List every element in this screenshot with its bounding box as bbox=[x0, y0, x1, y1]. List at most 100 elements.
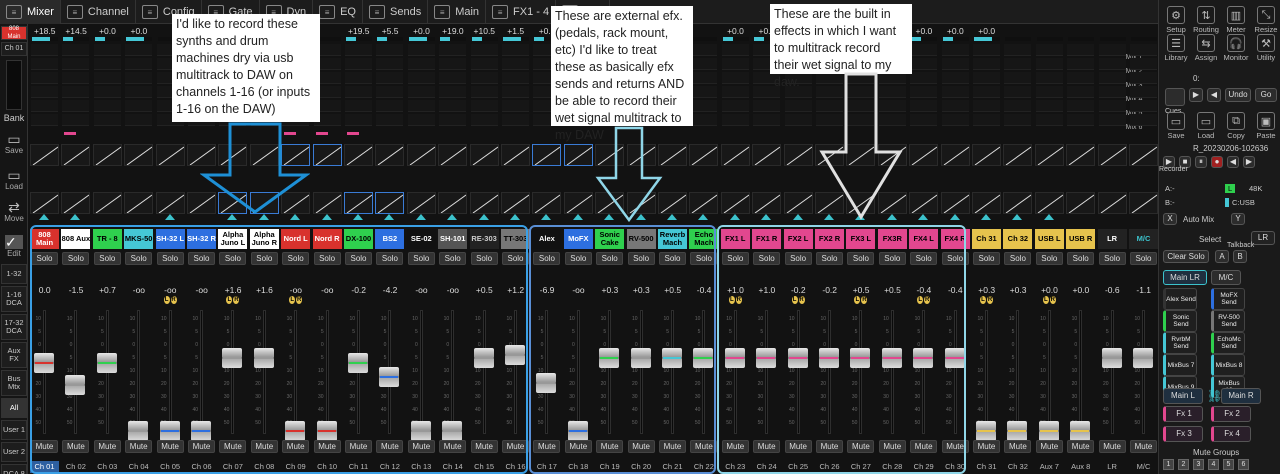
send-cell[interactable] bbox=[31, 58, 58, 70]
mute-button[interactable]: Mute bbox=[439, 440, 467, 453]
solo-button[interactable]: Solo bbox=[250, 252, 278, 265]
gate-graph[interactable] bbox=[595, 192, 625, 214]
channel-number[interactable]: Ch 17 bbox=[532, 461, 561, 473]
gate-graph[interactable] bbox=[972, 192, 1001, 214]
mute-button[interactable]: Mute bbox=[910, 440, 938, 453]
send-cell[interactable] bbox=[941, 86, 969, 98]
send-cell[interactable] bbox=[439, 114, 467, 126]
channel-name-label[interactable]: Ch 32 bbox=[1003, 229, 1033, 249]
stereo-link-icon[interactable]: LR bbox=[980, 296, 994, 304]
dynamics-graph[interactable] bbox=[909, 144, 939, 166]
channel-name-label[interactable]: SH-101 bbox=[438, 229, 468, 249]
send-cell[interactable] bbox=[31, 114, 58, 126]
channel-name-label[interactable]: FX1 L bbox=[720, 229, 750, 249]
channel-name-label[interactable]: Sonic Cake bbox=[595, 229, 625, 249]
send-button[interactable]: MoFX Send bbox=[1211, 288, 1245, 310]
mute-button[interactable]: Mute bbox=[1067, 440, 1095, 453]
send-cell[interactable] bbox=[816, 114, 843, 126]
mute-button[interactable]: Mute bbox=[973, 440, 1000, 453]
send-button[interactable]: Alex Send bbox=[1163, 288, 1197, 310]
solo-button[interactable]: Solo bbox=[282, 252, 310, 265]
stereo-link-icon[interactable]: LR bbox=[728, 296, 743, 304]
channel-name-label[interactable]: Ch 31 bbox=[972, 229, 1001, 249]
send-cell[interactable] bbox=[470, 44, 498, 56]
rec-forward-button[interactable]: ▶ bbox=[1243, 156, 1255, 168]
solo-button[interactable]: Solo bbox=[627, 252, 655, 265]
dynamics-graph[interactable] bbox=[846, 144, 876, 166]
send-cell[interactable] bbox=[1004, 58, 1032, 70]
channel-number[interactable]: Ch 31 bbox=[972, 461, 1001, 473]
channel-number[interactable]: M/C bbox=[1129, 461, 1158, 473]
gate-graph[interactable] bbox=[1129, 192, 1158, 214]
fader-cap[interactable] bbox=[536, 372, 557, 393]
solo-button[interactable]: Solo bbox=[1035, 252, 1063, 265]
dynamics-graph[interactable] bbox=[1129, 144, 1158, 166]
fx-bus-button[interactable]: Fx 2 bbox=[1211, 406, 1251, 422]
gate-graph[interactable] bbox=[940, 192, 970, 214]
mute-button[interactable]: Mute bbox=[62, 440, 90, 453]
dynamics-graph[interactable] bbox=[218, 144, 248, 166]
fader-cap[interactable] bbox=[819, 348, 839, 369]
send-cell[interactable] bbox=[439, 86, 467, 98]
mute-button[interactable]: Mute bbox=[502, 440, 529, 453]
fader-cap[interactable] bbox=[379, 367, 400, 387]
send-cell[interactable] bbox=[721, 72, 749, 84]
fader-cap[interactable] bbox=[222, 348, 243, 369]
channel-name-label[interactable]: BS2 bbox=[375, 229, 405, 249]
channel-number[interactable]: Ch 11 bbox=[344, 461, 373, 473]
fader-cap[interactable] bbox=[159, 420, 180, 441]
channel-name-label[interactable]: FX4 R bbox=[940, 229, 970, 249]
mute-button[interactable]: Mute bbox=[1035, 440, 1063, 453]
meter-button[interactable]: ▥ Meter bbox=[1221, 6, 1251, 34]
layer-1-16-dca[interactable]: 1-16 DCA bbox=[1, 286, 27, 312]
fader-cap[interactable] bbox=[662, 348, 682, 369]
play-button[interactable]: ▶ bbox=[1189, 88, 1203, 102]
send-cell[interactable] bbox=[973, 114, 1000, 126]
utility-button[interactable]: ⚒ Utility bbox=[1251, 34, 1280, 62]
tab-channel[interactable]: ≡ Channel bbox=[61, 0, 136, 24]
send-cell[interactable] bbox=[941, 58, 969, 70]
fader-cap[interactable] bbox=[285, 420, 306, 441]
send-cell[interactable] bbox=[1004, 114, 1032, 126]
channel-name-label[interactable]: Alpha Juno L bbox=[218, 229, 248, 249]
channel-name-label[interactable]: FX3R bbox=[877, 229, 907, 249]
channel-name-label[interactable]: Alpha Juno R bbox=[249, 229, 279, 249]
send-cell[interactable] bbox=[941, 44, 969, 56]
fader-cap[interactable] bbox=[1007, 420, 1028, 441]
send-cell[interactable] bbox=[1098, 58, 1126, 70]
dynamics-graph[interactable] bbox=[626, 144, 656, 166]
send-cell[interactable] bbox=[910, 44, 938, 56]
gate-graph[interactable] bbox=[187, 192, 216, 214]
channel-number[interactable]: Ch 04 bbox=[124, 461, 153, 473]
dynamics-graph[interactable] bbox=[30, 144, 59, 166]
send-cell[interactable] bbox=[1035, 114, 1063, 126]
solo-button[interactable]: Solo bbox=[313, 252, 341, 265]
mute-button[interactable]: Mute bbox=[784, 440, 812, 453]
send-cell[interactable] bbox=[816, 100, 843, 112]
dynamics-graph[interactable] bbox=[815, 144, 844, 166]
send-cell[interactable] bbox=[721, 58, 749, 70]
solo-button[interactable]: Solo bbox=[596, 252, 624, 265]
send-cell[interactable] bbox=[376, 44, 404, 56]
edit-button[interactable]: ✓ Edit bbox=[0, 230, 28, 262]
send-cell[interactable] bbox=[910, 100, 938, 112]
channel-number[interactable]: Ch 20 bbox=[627, 461, 656, 473]
load-button[interactable]: ▭ Load bbox=[1191, 112, 1221, 140]
channel-number[interactable]: Ch 29 bbox=[909, 461, 938, 473]
send-cell[interactable] bbox=[753, 100, 781, 112]
gate-graph[interactable] bbox=[846, 192, 876, 214]
stereo-link-icon[interactable]: LR bbox=[226, 296, 240, 304]
solo-button[interactable]: Solo bbox=[1067, 252, 1095, 265]
send-cell[interactable] bbox=[878, 114, 906, 126]
send-cell[interactable] bbox=[941, 114, 969, 126]
solo-button[interactable]: Solo bbox=[910, 252, 938, 265]
tab-eq[interactable]: ≡ EQ bbox=[313, 0, 363, 24]
channel-name-label[interactable]: FX3 L bbox=[846, 229, 876, 249]
send-cell[interactable] bbox=[345, 114, 372, 126]
send-cell[interactable] bbox=[1067, 72, 1095, 84]
send-cell[interactable] bbox=[847, 100, 875, 112]
gate-graph[interactable] bbox=[532, 192, 562, 214]
dynamics-graph[interactable] bbox=[1066, 144, 1096, 166]
gate-graph[interactable] bbox=[249, 192, 279, 214]
dynamics-graph[interactable] bbox=[249, 144, 279, 166]
